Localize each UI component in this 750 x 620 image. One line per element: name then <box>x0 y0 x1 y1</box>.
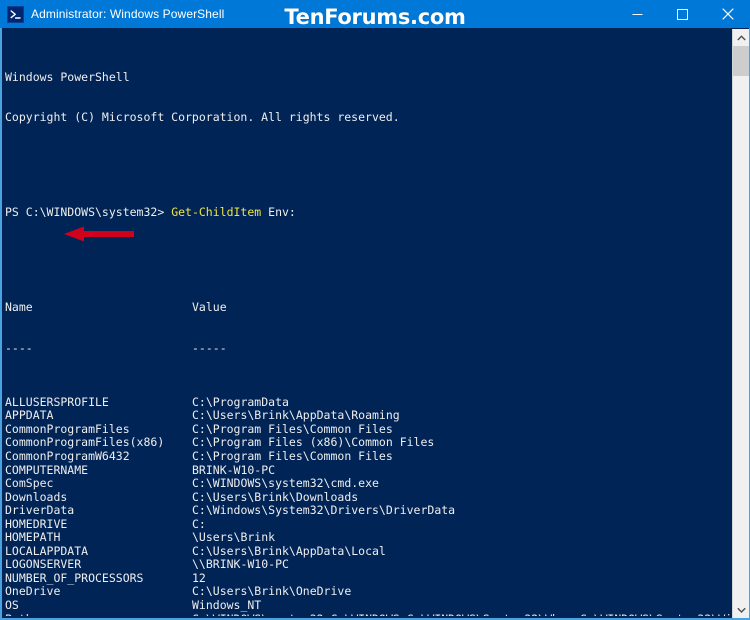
table-row: ALLUSERSPROFILE C:\ProgramData <box>5 394 731 410</box>
env-var-name: LOCALAPPDATA <box>5 544 89 558</box>
table-row: ComSpec C:\WINDOWS\system32\cmd.exe <box>5 476 731 491</box>
env-var-value: C:\Users\Brink\AppData\Local <box>192 543 386 558</box>
command-args: Env: <box>268 205 296 220</box>
env-var-name: HOMEPATH <box>5 531 61 545</box>
env-var-value: C:\WINDOWS\system32\cmd.exe <box>192 476 379 491</box>
table-row: CommonProgramW6432 C:\Program Files\Commo… <box>5 448 731 464</box>
env-var-value: C:\Windows\System32\Drivers\DriverData <box>192 503 456 518</box>
env-var-name: LOGONSERVER <box>5 558 82 572</box>
table-header-row: Name Value <box>5 299 731 315</box>
close-button[interactable] <box>705 0 750 28</box>
window-title: Administrator: Windows PowerShell <box>31 7 225 21</box>
env-var-value: Windows_NT <box>192 597 262 612</box>
env-var-name: Path <box>5 613 192 616</box>
env-var-name: DriverData <box>5 504 75 518</box>
command-line: PS C:\WINDOWS\system32> Get-ChildItem En… <box>5 205 731 220</box>
column-header-name: Name <box>5 300 33 314</box>
env-var-name: Downloads <box>5 490 68 504</box>
table-row: COMPUTERNAME BRINK-W10-PC <box>5 462 731 478</box>
scrollbar-thumb[interactable] <box>733 46 749 76</box>
window-controls <box>615 0 750 28</box>
table-row: LOGONSERVER \\BRINK-W10-PC <box>5 558 731 572</box>
env-var-value: C:\Program Files (x86)\Common Files <box>192 435 435 450</box>
scroll-down-icon[interactable] <box>733 601 749 618</box>
table-row: HOMEPATH \Users\Brink <box>5 531 731 545</box>
title-bar[interactable]: Administrator: Windows PowerShell <box>0 0 750 28</box>
title-bar-drag-region[interactable] <box>224 0 615 28</box>
table-row: APPDATA C:\Users\Brink\AppData\Roaming <box>5 409 731 423</box>
powershell-window: Administrator: Windows PowerShell TenFor… <box>0 0 750 620</box>
env-var-value: C: <box>192 516 206 531</box>
table-row: PathC:\WINDOWS\system32;C:\WINDOWS;C:\WI… <box>5 612 731 616</box>
env-var-name: COMPUTERNAME <box>5 463 89 477</box>
env-var-value: C:\Program Files\Common Files <box>192 421 393 436</box>
env-var-value: 12 <box>192 570 206 585</box>
powershell-icon <box>7 5 24 23</box>
banner-line-1: Windows PowerShell <box>5 69 130 84</box>
env-var-name: ComSpec <box>5 477 54 491</box>
env-var-name: HOMEDRIVE <box>5 517 68 531</box>
minimize-button[interactable] <box>615 0 660 28</box>
command-name: Get-ChildItem <box>171 205 262 220</box>
env-var-value: C:\ProgramData <box>192 394 289 409</box>
table-rows: ALLUSERSPROFILE C:\ProgramData APPDATA C:\U… <box>5 394 731 616</box>
table-row: NUMBER_OF_PROCESSORS 12 <box>5 570 731 586</box>
env-var-name: ALLUSERSPROFILE <box>5 395 109 409</box>
env-var-value: C:\Users\Brink\OneDrive <box>192 584 352 599</box>
env-var-name: CommonProgramW6432 <box>5 449 130 463</box>
table-row: OS Windows_NT <box>5 597 731 613</box>
scroll-up-icon[interactable] <box>733 29 749 46</box>
table-row: Downloads C:\Users\Brink\Downloads <box>5 489 731 505</box>
table-row: HOMEDRIVE C: <box>5 516 731 532</box>
maximize-button[interactable] <box>660 0 705 28</box>
env-var-name: OS <box>5 598 19 612</box>
separator-value: ----- <box>192 340 227 355</box>
prompt-text: PS C:\WINDOWS\system32> <box>5 205 165 220</box>
env-var-value: C:\Users\Brink\Downloads <box>192 489 359 504</box>
console-output-area[interactable]: Windows PowerShell Copyright (C) Microso… <box>0 28 750 620</box>
table-separator-row: ---- ----- <box>5 340 731 356</box>
separator-name: ---- <box>5 341 33 355</box>
banner-line-2: Copyright (C) Microsoft Corporation. All… <box>5 110 400 125</box>
env-var-value: C:\Users\Brink\AppData\Roaming <box>192 408 400 423</box>
env-var-value: C:\Program Files\Common Files <box>192 448 393 463</box>
env-var-value: BRINK-W10-PC <box>192 462 276 477</box>
env-var-name: NUMBER_OF_PROCESSORS <box>5 571 144 585</box>
console-scrollbar[interactable] <box>732 29 749 618</box>
table-row: CommonProgramFiles(x86) C:\Program Files … <box>5 436 731 450</box>
env-var-name: APPDATA <box>5 409 54 423</box>
env-var-value: \Users\Brink <box>192 530 276 545</box>
scrollbar-track[interactable] <box>733 46 749 601</box>
table-row: DriverData C:\Windows\System32\Drivers\Dr… <box>5 504 731 518</box>
title-bar-left: Administrator: Windows PowerShell <box>0 5 225 23</box>
env-var-value: C:\WINDOWS\system32;C:\WINDOWS;C:\WINDOW… <box>192 612 731 616</box>
table-row: CommonProgramFiles C:\Program Files\Commo… <box>5 421 731 437</box>
table-row: LOCALAPPDATA C:\Users\Brink\AppData\Local <box>5 543 731 559</box>
env-var-name: OneDrive <box>5 585 61 599</box>
env-var-value: \\BRINK-W10-PC <box>192 557 289 572</box>
table-row: OneDrive C:\Users\Brink\OneDrive <box>5 585 731 599</box>
console-text: Windows PowerShell Copyright (C) Microso… <box>5 30 731 616</box>
env-var-name: CommonProgramFiles(x86) <box>5 436 165 450</box>
column-header-value: Value <box>192 299 227 314</box>
env-var-name: CommonProgramFiles <box>5 422 130 436</box>
